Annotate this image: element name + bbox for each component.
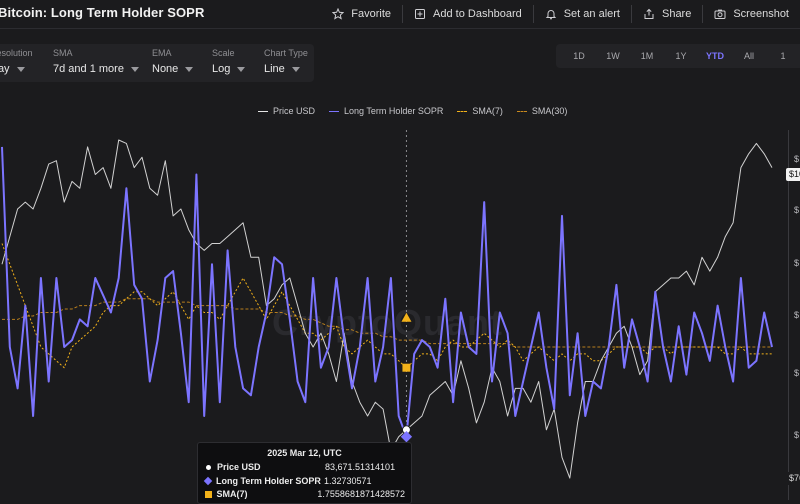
chevron-down-icon — [16, 66, 25, 72]
chart-type-select[interactable]: Chart Type Line — [264, 48, 308, 75]
tooltip-row-price: Price USD 83,671.51314101 — [205, 462, 405, 472]
legend-item-sma7[interactable]: SMA(7) — [457, 106, 503, 116]
chevron-down-icon — [237, 66, 246, 72]
tooltip-series-value: 1.32730571 — [324, 476, 372, 486]
time-range-selector: 1D 1W 1M 1Y YTD All 1 — [556, 44, 800, 68]
sma30-hover-marker — [401, 312, 412, 322]
favorite-button[interactable]: Favorite — [321, 5, 402, 23]
legend-item-sopr[interactable]: Long Term Holder SOPR — [329, 106, 443, 116]
axis-tick-label: $ — [794, 310, 800, 320]
axis-tick-label: $ — [794, 258, 800, 268]
tooltip-series-name: Price USD — [217, 462, 261, 472]
bell-icon — [545, 8, 557, 20]
screenshot-label: Screenshot — [733, 8, 789, 20]
legend-swatch — [457, 110, 468, 112]
legend-swatch — [516, 110, 527, 112]
add-dashboard-icon — [414, 8, 426, 20]
chart-type-value: Line — [264, 63, 285, 75]
legend-label: Price USD — [273, 106, 316, 116]
axis-tick-label: $ — [794, 154, 800, 164]
scale-value: Log — [212, 63, 231, 75]
range-1d[interactable]: 1D — [562, 51, 596, 61]
scale-select[interactable]: Scale Log — [212, 48, 246, 75]
set-alert-label: Set an alert — [563, 8, 620, 20]
resolution-value: Day — [0, 63, 10, 75]
set-alert-button[interactable]: Set an alert — [532, 5, 631, 23]
legend-swatch — [258, 110, 268, 112]
share-icon — [643, 8, 655, 20]
favorite-label: Favorite — [351, 8, 392, 20]
scale-label: Scale — [212, 48, 235, 58]
ema-label: EMA — [152, 48, 172, 58]
tooltip-series-value: 83,671.51314101 — [325, 462, 396, 472]
resolution-select[interactable]: Resolution Day — [0, 48, 33, 75]
ema-select[interactable]: EMA None — [152, 48, 194, 75]
share-label: Share — [661, 8, 692, 20]
tooltip-series-name: Long Term Holder SOPR — [216, 476, 321, 486]
series-line-sopr — [1, 146, 773, 438]
add-to-dashboard-button[interactable]: Add to Dashboard — [402, 5, 533, 23]
legend-label: Long Term Holder SOPR — [344, 106, 444, 116]
diamond-marker-icon — [203, 476, 213, 486]
camera-icon — [714, 8, 726, 20]
chart-tooltip: 2025 Mar 12, UTC Price USD 83,671.513141… — [197, 442, 412, 504]
sma7-hover-marker — [402, 363, 411, 372]
range-all[interactable]: All — [732, 51, 766, 61]
header-actions: Favorite Add to Dashboard Set an alert S… — [321, 0, 800, 28]
tooltip-series-value: 1.7558681871428572 — [317, 489, 405, 499]
axis-tick-label: $ — [794, 430, 800, 440]
resolution-label: Resolution — [0, 48, 33, 58]
chevron-down-icon — [130, 66, 139, 72]
chart-controls: Resolution Day SMA 7d and 1 more EMA Non… — [0, 44, 314, 82]
share-button[interactable]: Share — [630, 5, 702, 23]
axis-tick-label: $ — [794, 368, 800, 378]
range-1w[interactable]: 1W — [596, 51, 630, 61]
range-1y[interactable]: 1Y — [664, 51, 698, 61]
tooltip-row-sma7: SMA(7) 1.7558681871428572 — [205, 489, 405, 499]
tooltip-series-name: SMA(7) — [216, 489, 248, 499]
range-ytd[interactable]: YTD — [698, 51, 732, 61]
chevron-down-icon — [291, 66, 300, 72]
sma-label: SMA — [53, 48, 73, 58]
ema-value: None — [152, 63, 179, 75]
chart-type-label: Chart Type — [264, 48, 308, 58]
tooltip-row-sopr: Long Term Holder SOPR 1.32730571 — [203, 476, 405, 486]
screenshot-button[interactable]: Screenshot — [702, 5, 800, 23]
sma-select[interactable]: SMA 7d and 1 more — [53, 48, 139, 75]
range-custom[interactable]: 1 — [766, 51, 800, 61]
tooltip-date: 2025 Mar 12, UTC — [267, 448, 342, 458]
sma-value: 7d and 1 more — [53, 63, 124, 75]
star-icon — [332, 8, 345, 20]
page-title: Bitcoin: Long Term Holder SOPR — [0, 5, 205, 20]
legend-label: SMA(30) — [531, 106, 568, 116]
add-to-dashboard-label: Add to Dashboard — [433, 8, 522, 20]
chevron-down-icon — [185, 66, 194, 72]
legend-item-sma30[interactable]: SMA(30) — [516, 106, 568, 116]
low-price-tag: $76 — [786, 472, 800, 485]
range-1m[interactable]: 1M — [630, 51, 664, 61]
dot-marker-icon — [206, 464, 211, 470]
square-marker-icon — [205, 490, 212, 498]
top-bar: Bitcoin: Long Term Holder SOPR Favorite … — [0, 0, 800, 29]
legend-item-price[interactable]: Price USD — [258, 106, 315, 116]
current-price-tag: $10 — [786, 168, 800, 181]
legend-label: SMA(7) — [472, 106, 503, 116]
axis-tick-label: $ — [794, 205, 800, 215]
chart-legend: Price USD Long Term Holder SOPR SMA(7) S… — [258, 106, 581, 116]
legend-swatch — [329, 110, 340, 112]
